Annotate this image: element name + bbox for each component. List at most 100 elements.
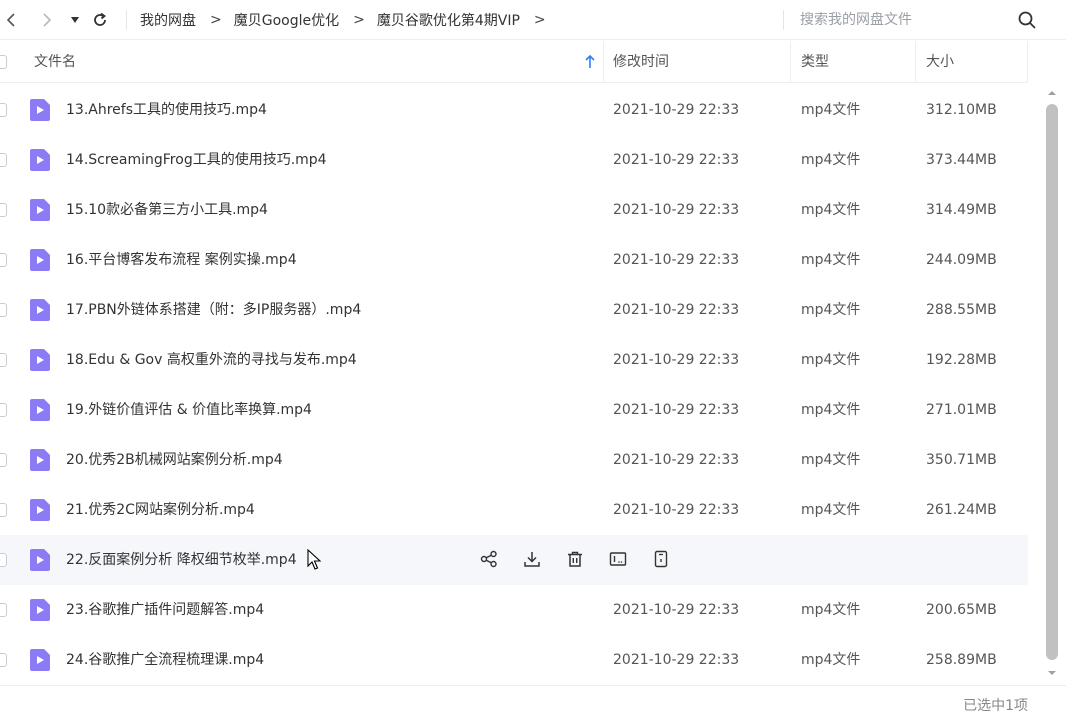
column-divider[interactable] bbox=[603, 41, 604, 83]
file-modified-time: 2021-10-29 22:33 bbox=[613, 252, 740, 268]
file-size: 244.09MB bbox=[926, 252, 997, 268]
file-type: mp4文件 bbox=[801, 352, 861, 368]
breadcrumb-item-current-folder[interactable]: 魔贝谷歌优化第4期VIP bbox=[377, 10, 520, 30]
breadcrumb-dropdown-arrow[interactable]: > bbox=[534, 12, 546, 28]
caret-down-icon bbox=[71, 17, 79, 23]
file-name[interactable]: 16.平台博客发布流程 案例实操.mp4 bbox=[66, 235, 297, 285]
header-size[interactable]: 大小 bbox=[926, 41, 954, 83]
refresh-button[interactable] bbox=[89, 8, 111, 32]
file-name[interactable]: 21.优秀2C网站案例分析.mp4 bbox=[66, 485, 255, 535]
top-nav-bar: 我的网盘 > 魔贝Google优化 > 魔贝谷歌优化第4期VIP > bbox=[0, 0, 1066, 40]
row-checkbox[interactable] bbox=[0, 553, 7, 567]
row-checkbox[interactable] bbox=[0, 303, 7, 317]
video-file-icon bbox=[30, 299, 50, 321]
file-size: 192.28MB bbox=[926, 352, 997, 368]
breadcrumb-separator: > bbox=[353, 12, 365, 28]
table-row[interactable]: 19.外链价值评估 & 价值比率换算.mp4 2021-10-29 22:33 … bbox=[0, 385, 1028, 435]
scrollbar-thumb[interactable] bbox=[1046, 104, 1058, 660]
table-row[interactable]: 21.优秀2C网站案例分析.mp4 2021-10-29 22:33 mp4文件… bbox=[0, 485, 1028, 535]
table-row[interactable]: 24.谷歌推广全流程梳理课.mp4 2021-10-29 22:33 mp4文件… bbox=[0, 635, 1028, 685]
download-icon bbox=[524, 552, 540, 567]
file-name[interactable]: 22.反面案例分析 降权细节枚举.mp4 bbox=[66, 535, 297, 585]
back-button[interactable] bbox=[0, 8, 22, 32]
search-icon bbox=[1018, 11, 1036, 29]
file-name[interactable]: 13.Ahrefs工具的使用技巧.mp4 bbox=[66, 85, 267, 135]
video-file-icon bbox=[30, 99, 50, 121]
video-file-icon bbox=[30, 199, 50, 221]
row-checkbox[interactable] bbox=[0, 603, 7, 617]
table-row[interactable]: 16.平台博客发布流程 案例实操.mp4 2021-10-29 22:33 mp… bbox=[0, 235, 1028, 285]
table-row[interactable]: 15.10款必备第三方小工具.mp4 2021-10-29 22:33 mp4文… bbox=[0, 185, 1028, 235]
table-row[interactable]: 23.谷歌推广插件问题解答.mp4 2021-10-29 22:33 mp4文件… bbox=[0, 585, 1028, 635]
row-checkbox[interactable] bbox=[0, 653, 7, 667]
row-checkbox[interactable] bbox=[0, 253, 7, 267]
row-checkbox[interactable] bbox=[0, 203, 7, 217]
file-type: mp4文件 bbox=[801, 202, 861, 218]
file-size: 312.10MB bbox=[926, 102, 997, 118]
video-file-icon bbox=[30, 499, 50, 521]
history-dropdown-button[interactable] bbox=[64, 8, 86, 32]
table-row-hovered[interactable]: 22.反面案例分析 降权细节枚举.mp4 bbox=[0, 535, 1028, 585]
video-file-icon bbox=[30, 649, 50, 671]
table-header: 文件名 修改时间 类型 大小 bbox=[0, 41, 1028, 83]
file-name[interactable]: 19.外链价值评估 & 价值比率换算.mp4 bbox=[66, 385, 312, 435]
delete-icon bbox=[568, 551, 582, 567]
row-checkbox[interactable] bbox=[0, 153, 7, 167]
video-file-icon bbox=[30, 549, 50, 571]
row-checkbox[interactable] bbox=[0, 403, 7, 417]
share-button[interactable] bbox=[478, 548, 500, 570]
table-row[interactable]: 20.优秀2B机械网站案例分析.mp4 2021-10-29 22:33 mp4… bbox=[0, 435, 1028, 485]
file-size: 314.49MB bbox=[926, 202, 997, 218]
scroll-down-arrow-icon[interactable] bbox=[1047, 668, 1057, 678]
file-type: mp4文件 bbox=[801, 302, 861, 318]
column-divider[interactable] bbox=[915, 41, 916, 83]
header-modified-time[interactable]: 修改时间 bbox=[613, 41, 669, 83]
file-size: 373.44MB bbox=[926, 152, 997, 168]
table-row[interactable]: 17.PBN外链体系搭建（附：多IP服务器）.mp4 2021-10-29 22… bbox=[0, 285, 1028, 335]
file-modified-time: 2021-10-29 22:33 bbox=[613, 602, 740, 618]
search-button[interactable] bbox=[1016, 9, 1038, 31]
breadcrumb-separator: > bbox=[210, 12, 222, 28]
file-name[interactable]: 17.PBN外链体系搭建（附：多IP服务器）.mp4 bbox=[66, 285, 361, 335]
file-name[interactable]: 18.Edu & Gov 高权重外流的寻找与发布.mp4 bbox=[66, 335, 357, 385]
download-button[interactable] bbox=[521, 548, 543, 570]
file-modified-time: 2021-10-29 22:33 bbox=[613, 452, 740, 468]
table-row[interactable]: 14.ScreamingFrog工具的使用技巧.mp4 2021-10-29 2… bbox=[0, 135, 1028, 185]
file-type: mp4文件 bbox=[801, 502, 861, 518]
file-name[interactable]: 24.谷歌推广全流程梳理课.mp4 bbox=[66, 635, 264, 685]
file-name[interactable]: 15.10款必备第三方小工具.mp4 bbox=[66, 185, 268, 235]
header-name[interactable]: 文件名 bbox=[34, 41, 76, 83]
table-row[interactable]: 18.Edu & Gov 高权重外流的寻找与发布.mp4 2021-10-29 … bbox=[0, 335, 1028, 385]
select-all-checkbox[interactable] bbox=[0, 55, 7, 69]
row-checkbox[interactable] bbox=[0, 453, 7, 467]
row-checkbox[interactable] bbox=[0, 503, 7, 517]
nav-divider bbox=[126, 10, 127, 30]
file-name[interactable]: 23.谷歌推广插件问题解答.mp4 bbox=[66, 585, 264, 635]
scroll-up-arrow-icon[interactable] bbox=[1047, 88, 1057, 98]
arrow-up-icon[interactable] bbox=[584, 55, 596, 69]
more-button[interactable] bbox=[650, 548, 672, 570]
row-checkbox[interactable] bbox=[0, 353, 7, 367]
video-file-icon bbox=[30, 399, 50, 421]
file-name[interactable]: 14.ScreamingFrog工具的使用技巧.mp4 bbox=[66, 135, 327, 185]
column-divider[interactable] bbox=[790, 41, 791, 83]
file-type: mp4文件 bbox=[801, 602, 861, 618]
file-name[interactable]: 20.优秀2B机械网站案例分析.mp4 bbox=[66, 435, 283, 485]
file-type: mp4文件 bbox=[801, 152, 861, 168]
video-file-icon bbox=[30, 349, 50, 371]
breadcrumb-item-google-seo[interactable]: 魔贝Google优化 bbox=[234, 10, 339, 30]
rename-button[interactable] bbox=[607, 548, 629, 570]
breadcrumb-item-my-drive[interactable]: 我的网盘 bbox=[140, 10, 196, 30]
selection-status: 已选中1项 bbox=[963, 698, 1028, 714]
header-type[interactable]: 类型 bbox=[801, 41, 829, 83]
forward-button[interactable] bbox=[36, 8, 58, 32]
table-row[interactable]: 13.Ahrefs工具的使用技巧.mp4 2021-10-29 22:33 mp… bbox=[0, 85, 1028, 135]
search-input[interactable] bbox=[800, 8, 1005, 32]
delete-button[interactable] bbox=[564, 548, 586, 570]
video-file-icon bbox=[30, 449, 50, 471]
row-actions bbox=[478, 548, 672, 570]
file-modified-time: 2021-10-29 22:33 bbox=[613, 352, 740, 368]
row-checkbox[interactable] bbox=[0, 103, 7, 117]
file-size: 271.01MB bbox=[926, 402, 997, 418]
file-modified-time: 2021-10-29 22:33 bbox=[613, 302, 740, 318]
